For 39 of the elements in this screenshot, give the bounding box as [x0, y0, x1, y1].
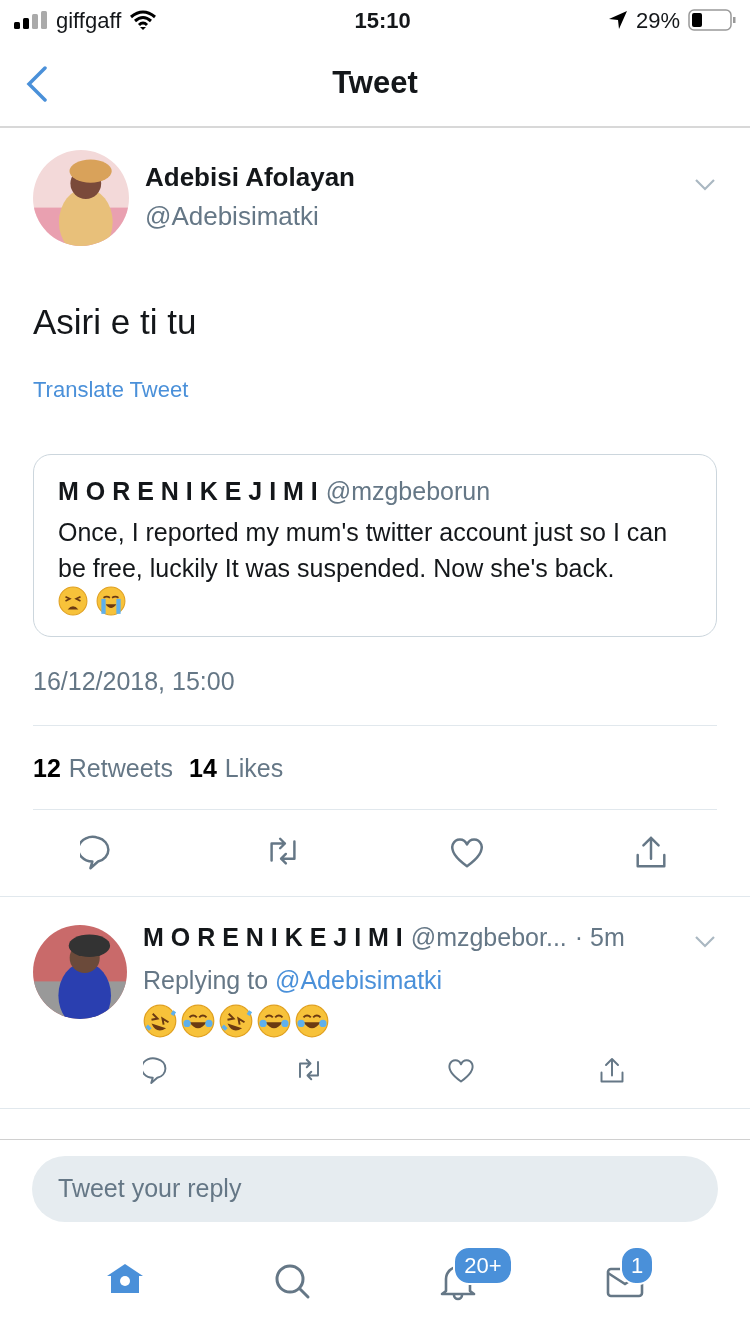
tweet-text: Asiri e ti tu: [33, 301, 198, 343]
retweets-count[interactable]: 12: [33, 753, 61, 783]
laughing-face-icon: [181, 1003, 215, 1038]
back-button[interactable]: [26, 66, 48, 102]
battery-percentage: 29%: [635, 6, 680, 35]
messages-tab[interactable]: 1: [559, 1245, 690, 1316]
author-handle: @Adebisimatki: [145, 200, 320, 233]
laughing-face-icon: [219, 1003, 253, 1038]
carrier-name: giffgaff: [56, 6, 122, 35]
notifications-tab[interactable]: 20+: [393, 1245, 524, 1316]
reply-author-handle: @mzgbebor...: [410, 921, 567, 953]
battery-icon: [688, 9, 736, 31]
likes-count[interactable]: 14: [189, 753, 217, 783]
location-arrow-icon: [607, 10, 628, 30]
clock: 15:10: [354, 6, 411, 35]
reply-field[interactable]: Tweet your reply: [32, 1155, 718, 1222]
notification-badge: 20+: [453, 1245, 513, 1285]
tired-face-icon: [58, 586, 88, 616]
translate-link[interactable]: Translate Tweet: [33, 372, 189, 406]
author-name: Adebisi Afolayan: [145, 161, 356, 194]
stat-label[interactable]: Likes: [224, 753, 284, 783]
replying-label: Replying to: [143, 966, 269, 994]
reply-time: · 5m: [574, 921, 625, 953]
tweet-timestamp: 16/12/2018, 15:00: [33, 637, 717, 726]
laughing-face-icon: [295, 1003, 329, 1038]
mention-link[interactable]: @Adebisimatki: [275, 966, 443, 994]
quoted-tweet[interactable]: M O R E N I K E J I M I @mzgbeborun Once, I reported my mum's twitter account just so I can be free, luckily It was suspended. Now she's back.: [33, 453, 717, 637]
notification-badge: 1: [619, 1245, 655, 1285]
quoted-author-handle: @mzgbeborun: [325, 475, 491, 507]
signal-icon: [14, 11, 48, 29]
quoted-tweet-text: Once, I reported my mum's twitter account just so I can be free, luckily It was suspended. Now she's back.: [58, 517, 669, 584]
wifi-icon: [129, 10, 158, 30]
reply-author-name: M O R E N I K E J I M I: [143, 921, 403, 953]
stat-label[interactable]: Retweets: [68, 753, 174, 783]
laughing-face-icon: [257, 1003, 291, 1038]
crying-face-icon: [96, 586, 126, 616]
page-title: Tweet: [332, 64, 418, 102]
laughing-face-icon: [143, 1003, 177, 1038]
quoted-author-name: M O R E N I K E J I M I: [58, 475, 318, 507]
